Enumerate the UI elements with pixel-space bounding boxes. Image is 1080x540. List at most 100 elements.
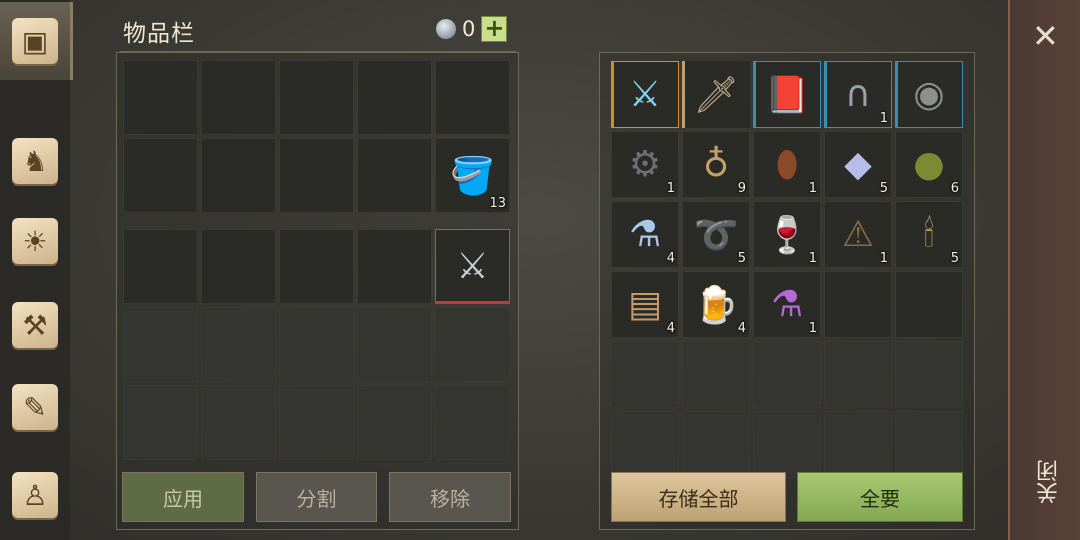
item-quantity: 5	[737, 251, 746, 266]
grain-sack-icon: ♁	[702, 144, 730, 185]
empty-slot[interactable]	[123, 138, 198, 213]
item-quantity: 1	[808, 181, 817, 196]
nav-tab-chest[interactable]: ▣	[0, 2, 73, 80]
empty-slot[interactable]	[611, 341, 679, 408]
item-slot[interactable]: ● 6	[895, 131, 963, 198]
storage-grid: ⚔ 🗡 📕 ∩ 1 ◉ ⚙ 1 ♁ 9 ⬮ 1 ◆ 5 ● 6 ⚗ 4 ➰ 5 🍷 1 ⚠ 1 🕯 5 ▤ 4 🍺 4 ⚗ 1	[611, 61, 963, 478]
store-all-button[interactable]: 存储全部	[611, 472, 786, 522]
empty-slot[interactable]	[611, 411, 679, 478]
item-slot[interactable]: ♁ 9	[682, 131, 750, 198]
nav-tab-wolf[interactable]: ♞	[0, 122, 70, 200]
split-button[interactable]: 分割	[256, 472, 377, 522]
empty-slot[interactable]	[123, 60, 198, 135]
empty-slot[interactable]	[824, 411, 892, 478]
nav-tab-quill-scroll[interactable]: ✎	[0, 368, 70, 446]
item-slot[interactable]: 🍺 4	[682, 271, 750, 338]
item-slot[interactable]: ⬮ 1	[753, 131, 821, 198]
empty-slot[interactable]	[357, 307, 432, 382]
item-slot[interactable]: 📕	[753, 61, 821, 128]
empty-slot[interactable]	[279, 60, 354, 135]
item-slot[interactable]: ◆ 5	[824, 131, 892, 198]
empty-slot[interactable]	[824, 271, 892, 338]
empty-slot[interactable]	[201, 385, 276, 460]
quill-scroll-icon: ✎	[12, 384, 58, 430]
empty-slot[interactable]	[357, 138, 432, 213]
item-slot[interactable]: ⚠ 1	[824, 201, 892, 268]
item-quantity: 1	[879, 111, 888, 126]
empty-slot[interactable]	[123, 385, 198, 460]
apply-button[interactable]: 应用	[122, 472, 244, 522]
item-slot[interactable]: ⚗ 4	[611, 201, 679, 268]
empty-slot[interactable]	[201, 60, 276, 135]
rope-icon: ➰	[693, 214, 739, 256]
empty-slot[interactable]	[279, 138, 354, 213]
bear-trap-icon: ⚠	[841, 214, 875, 255]
round-shield-icon: ◉	[913, 74, 945, 115]
empty-slot[interactable]	[824, 341, 892, 408]
item-slot[interactable]: ➰ 5	[682, 201, 750, 268]
chest-icon: ▣	[12, 18, 58, 64]
candle-icon: 🕯	[923, 213, 935, 255]
purple-potion-icon: ⚗	[770, 284, 804, 325]
item-slot[interactable]: ∩ 1	[824, 61, 892, 128]
empty-slot[interactable]	[123, 229, 198, 304]
empty-slot[interactable]	[435, 385, 510, 460]
item-quantity: 4	[666, 251, 675, 266]
empty-slot[interactable]	[435, 60, 510, 135]
item-slot[interactable]: ⚔	[435, 229, 510, 304]
empty-slot[interactable]	[201, 229, 276, 304]
item-slot[interactable]: ⚔	[611, 61, 679, 128]
item-quantity: 1	[666, 181, 675, 196]
character-icon: ♙	[12, 472, 58, 518]
close-label[interactable]: 关闭	[1034, 460, 1062, 504]
empty-slot[interactable]	[201, 307, 276, 382]
take-all-button[interactable]: 全要	[797, 472, 963, 522]
horseshoe-icon: ∩	[844, 74, 872, 115]
currency-count: 0	[462, 17, 476, 41]
sun-book-icon: ☀	[12, 218, 58, 264]
empty-slot[interactable]	[357, 60, 432, 135]
item-slot[interactable]: ⚗ 1	[753, 271, 821, 338]
empty-slot[interactable]	[279, 307, 354, 382]
empty-slot[interactable]	[123, 307, 198, 382]
halberd-icon: ⚔	[456, 246, 489, 287]
empty-slot[interactable]	[279, 385, 354, 460]
empty-slot[interactable]	[895, 341, 963, 408]
item-slot[interactable]: 🕯 5	[895, 201, 963, 268]
item-slot[interactable]: ▤ 4	[611, 271, 679, 338]
close-bar[interactable]: ✕ 关闭	[1008, 0, 1080, 540]
hammer-map-icon: ⚒	[12, 302, 58, 348]
close-icon[interactable]: ✕	[1032, 20, 1059, 52]
item-quantity: 5	[879, 181, 888, 196]
empty-slot[interactable]	[895, 271, 963, 338]
empty-slot[interactable]	[279, 229, 354, 304]
goblet-icon: 🍷	[764, 214, 810, 256]
herb-ball-icon: ●	[913, 144, 945, 185]
add-currency-button[interactable]: +	[481, 16, 508, 42]
empty-slot[interactable]	[753, 341, 821, 408]
nav-tab-hammer-map[interactable]: ⚒	[0, 286, 70, 364]
empty-slot[interactable]	[682, 411, 750, 478]
empty-slot[interactable]	[357, 229, 432, 304]
mask-book-icon: 📕	[764, 74, 810, 116]
item-slot[interactable]: 🪣 13	[435, 138, 510, 213]
nav-tab-character[interactable]: ♙	[0, 456, 70, 534]
cloth-icon: ▤	[627, 284, 662, 325]
item-quantity: 4	[666, 321, 675, 336]
remove-button[interactable]: 移除	[389, 472, 511, 522]
empty-slot[interactable]	[682, 341, 750, 408]
item-slot[interactable]: ⚙ 1	[611, 131, 679, 198]
empty-slot[interactable]	[201, 138, 276, 213]
item-slot[interactable]: 🗡	[682, 61, 750, 128]
item-slot[interactable]: ◉	[895, 61, 963, 128]
empty-slot[interactable]	[895, 411, 963, 478]
empty-slot[interactable]	[753, 411, 821, 478]
item-slot[interactable]: 🍷 1	[753, 201, 821, 268]
nav-tab-sun-book[interactable]: ☀	[0, 202, 70, 280]
ice-sword-icon: ⚔	[628, 74, 662, 115]
item-quantity: 1	[879, 251, 888, 266]
empty-slot[interactable]	[435, 307, 510, 382]
crystal-icon: ◆	[844, 144, 872, 185]
item-quantity: 4	[737, 321, 746, 336]
empty-slot[interactable]	[357, 385, 432, 460]
